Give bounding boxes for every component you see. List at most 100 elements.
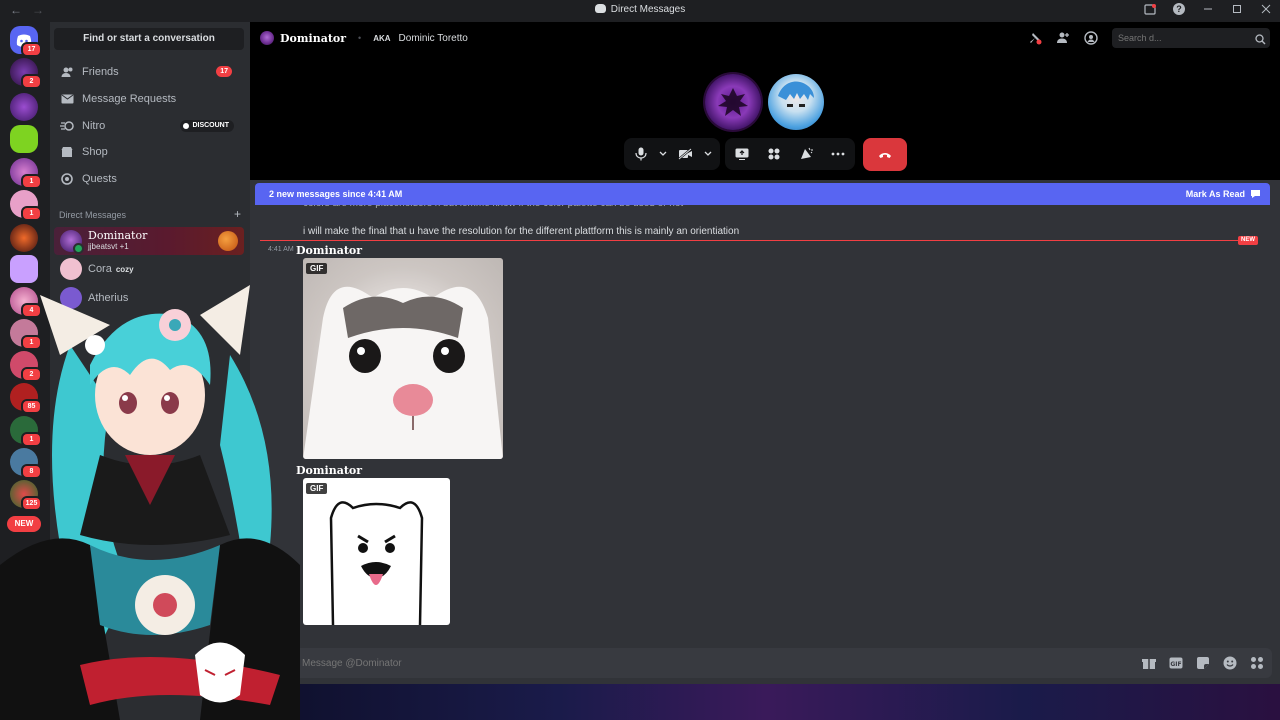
status-online-icon [73, 243, 84, 254]
nav-quests[interactable]: Quests [54, 167, 244, 191]
dm-activity: jjbeatsvt +1 [88, 242, 129, 251]
message-author[interactable]: Dominator [296, 244, 362, 257]
search-input[interactable] [1112, 28, 1270, 48]
server-icon[interactable]: 1 [10, 158, 42, 189]
nav-nitro[interactable]: Nitro DISCOUNT [54, 114, 244, 138]
gif-picker-icon[interactable]: GIF [1169, 656, 1183, 675]
header-username[interactable]: Dominator [280, 32, 346, 45]
minimize-icon[interactable] [1202, 3, 1214, 15]
inbox-icon[interactable] [1144, 3, 1156, 15]
dm-sidebar: Find or start a conversation Friends 17 … [50, 22, 250, 720]
server-icon[interactable]: 2 [10, 351, 42, 382]
server-badge: 2 [21, 74, 42, 89]
server-badge: 125 [21, 496, 42, 511]
more-options-icon[interactable] [827, 143, 849, 165]
server-rail: 17 2 1 1 4 1 2 85 1 8 125 NEW [0, 22, 50, 720]
title-bar: ← → Direct Messages ? [0, 0, 1280, 22]
maximize-icon[interactable] [1231, 3, 1243, 15]
server-icon[interactable] [10, 255, 38, 283]
call-avatar-dominator[interactable] [705, 74, 761, 130]
dm-header-bar: Dominator • AKA Dominic Toretto [250, 22, 1280, 54]
add-dm-icon[interactable]: + [234, 208, 241, 220]
search-icon [1255, 32, 1266, 50]
main-panel: Dominator • AKA Dominic Toretto Search d… [250, 22, 1280, 720]
server-badge: 4 [21, 303, 42, 318]
avatar [60, 287, 82, 309]
home-button[interactable]: 17 [10, 26, 42, 57]
window-controls: ? [1144, 3, 1272, 15]
new-messages-text: 2 new messages since 4:41 AM [269, 189, 403, 199]
dm-item-dominator[interactable]: Dominator jjbeatsvt +1 [54, 227, 244, 255]
nav-friends[interactable]: Friends 17 [54, 60, 244, 84]
server-icon[interactable]: 85 [10, 383, 42, 414]
sticker-icon[interactable] [1196, 656, 1210, 675]
help-icon[interactable]: ? [1173, 3, 1185, 15]
server-icon[interactable]: 1 [10, 190, 42, 221]
message-composer: GIF [292, 648, 1272, 678]
voice-call-area [250, 54, 1280, 180]
server-icon[interactable] [10, 125, 38, 153]
avatar [60, 258, 82, 280]
server-badge: 1 [21, 206, 42, 221]
new-servers-pill[interactable]: NEW [7, 516, 41, 532]
discord-logo-icon [594, 4, 606, 13]
share-screen-icon[interactable] [731, 143, 753, 165]
camera-options-chevron-icon[interactable] [702, 143, 714, 165]
server-icon[interactable]: 1 [10, 319, 42, 350]
svg-text:GIF: GIF [1170, 661, 1181, 668]
soundboard-icon[interactable] [795, 143, 817, 165]
pinned-messages-icon[interactable] [1028, 31, 1042, 45]
server-icon[interactable]: 8 [10, 448, 42, 479]
message-author[interactable]: Dominator [296, 464, 362, 477]
find-conversation-button[interactable]: Find or start a conversation [54, 28, 244, 50]
nav-shop[interactable]: Shop [54, 140, 244, 164]
server-badge: 8 [21, 464, 42, 479]
dm-item-cora[interactable]: Cora cozy [54, 255, 244, 283]
nav-nitro-label: Nitro [82, 120, 106, 132]
server-icon[interactable] [10, 224, 38, 252]
server-badge: 1 [21, 174, 42, 189]
activities-icon[interactable] [763, 143, 785, 165]
nav-message-requests[interactable]: Message Requests [54, 87, 244, 111]
dm-header-label: Direct Messages [59, 210, 127, 220]
message-text: i will make the final that u have the re… [303, 226, 740, 237]
dm-name: Cora [88, 263, 112, 275]
dm-section-header: Direct Messages + [59, 208, 241, 220]
server-badge: 85 [21, 399, 42, 414]
mark-as-read-button[interactable]: Mark As Read [1186, 189, 1261, 199]
quests-icon [60, 173, 74, 185]
add-friends-icon[interactable] [1056, 31, 1070, 45]
user-profile-icon[interactable] [1084, 31, 1098, 45]
microphone-icon[interactable] [630, 143, 651, 165]
camera-off-icon[interactable] [675, 143, 696, 165]
server-icon[interactable]: 4 [10, 287, 42, 318]
friends-badge: 17 [216, 66, 232, 77]
message-input[interactable] [302, 657, 1122, 669]
dm-item-atherius[interactable]: Atherius [54, 284, 244, 312]
composer-tools: GIF [1142, 656, 1264, 675]
server-icon[interactable]: 125 [10, 480, 42, 511]
new-messages-bar[interactable]: 2 new messages since 4:41 AM Mark As Rea… [255, 183, 1270, 205]
close-dm-icon[interactable] [218, 231, 238, 251]
mic-options-chevron-icon[interactable] [657, 143, 669, 165]
server-icon[interactable]: 2 [10, 58, 42, 89]
mark-read-icon [1251, 190, 1260, 198]
discount-dot-icon [183, 123, 190, 129]
apps-icon[interactable] [1250, 656, 1264, 675]
server-badge: 2 [21, 367, 42, 382]
emoji-icon[interactable] [1223, 656, 1237, 675]
server-icon[interactable] [10, 93, 38, 121]
header-tools [1028, 28, 1270, 48]
disconnect-button[interactable] [863, 138, 907, 171]
close-icon[interactable] [1260, 3, 1272, 15]
call-avatar-self[interactable] [768, 74, 824, 130]
cat-gif[interactable]: GIF [303, 258, 503, 459]
cat-face-icon [303, 258, 503, 459]
dog-gif[interactable]: GIF [303, 478, 450, 625]
anime-face-icon [778, 81, 814, 107]
server-icon[interactable]: 1 [10, 416, 42, 447]
dm-status-text: cozy [115, 264, 134, 274]
gift-icon[interactable] [1142, 656, 1156, 675]
discount-badge: DISCOUNT [180, 120, 234, 132]
nav-shop-label: Shop [82, 146, 108, 158]
